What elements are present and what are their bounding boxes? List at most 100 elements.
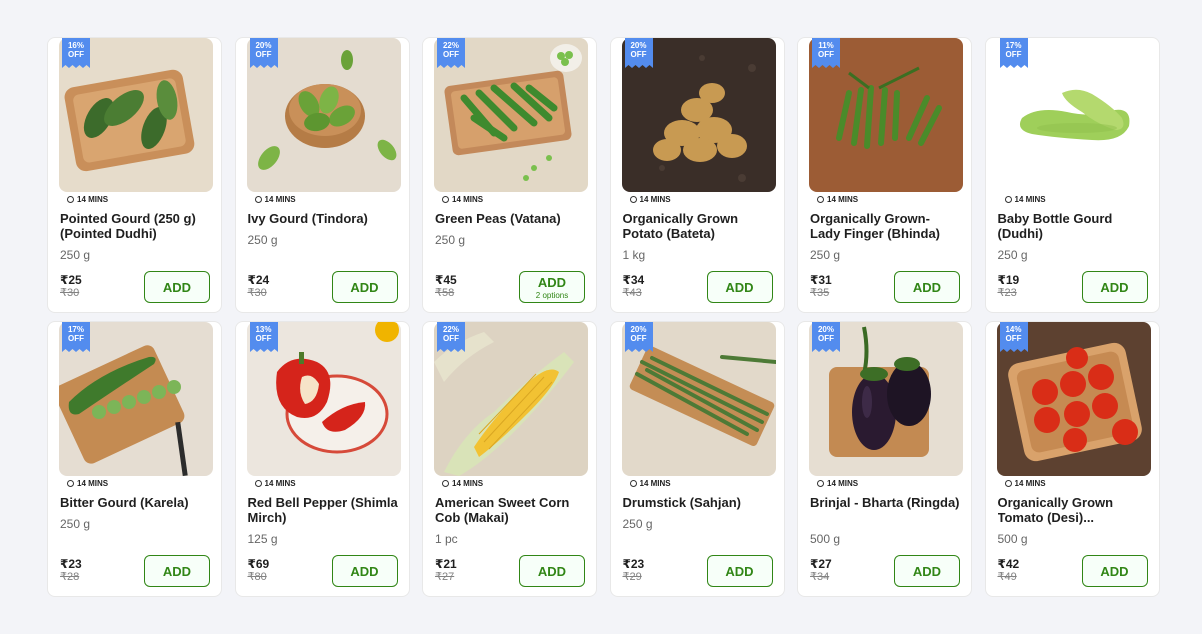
product-card[interactable]: 22% OFF 14 MINS Green Peas (Vatana) 250 g… <box>422 37 597 313</box>
delivery-time: 14 MINS <box>67 479 108 488</box>
add-button[interactable]: ADD <box>144 271 210 303</box>
discount-badge: 20% OFF <box>624 322 653 352</box>
product-mrp: ₹29 <box>622 571 642 583</box>
price-block: ₹69 ₹80 <box>248 557 270 584</box>
product-name[interactable]: Drumstick (Sahjan) <box>623 495 775 510</box>
add-button[interactable]: ADD <box>519 555 585 587</box>
discount-off: OFF <box>1005 334 1022 343</box>
price-block: ₹31 ₹35 <box>810 273 832 300</box>
product-name[interactable]: Pointed Gourd (250 g) (Pointed Dudhi) <box>60 211 212 241</box>
product-quantity: 125 g <box>247 532 278 546</box>
product-mrp: ₹23 <box>997 287 1017 299</box>
product-card[interactable]: 16% OFF 14 MINS Pointed Gourd (250 g) (Po… <box>47 37 222 313</box>
product-price: ₹21 <box>435 557 457 571</box>
delivery-time: 14 MINS <box>629 195 671 204</box>
product-name[interactable]: Ivy Gourd (Tindora) <box>248 211 400 226</box>
product-card[interactable]: 22% OFF 14 MINS American Sweet Corn Cob (… <box>422 321 597 597</box>
clock-icon <box>254 196 262 203</box>
product-name[interactable]: American Sweet Corn Cob (Makai) <box>435 495 587 525</box>
add-button-options: 2 options <box>535 290 569 300</box>
delivery-time: 14 MINS <box>817 479 858 488</box>
product-name[interactable]: Organically Grown Potato (Bateta) <box>623 211 775 241</box>
discount-off: OFF <box>630 334 647 343</box>
add-button-label: ADD <box>162 279 192 295</box>
discount-off: OFF <box>255 50 272 59</box>
delivery-time-label: 14 MINS <box>1014 479 1046 488</box>
product-quantity: 1 pc <box>435 532 458 546</box>
discount-badge: 20% OFF <box>812 322 840 352</box>
add-button[interactable]: ADD <box>706 555 773 587</box>
product-card[interactable]: 20% OFF 14 MINS Drumstick (Sahjan) 250 g … <box>609 321 785 597</box>
product-card[interactable]: 17% OFF 14 MINS Bitter Gourd (Karela) 250… <box>47 321 222 597</box>
product-mrp: ₹34 <box>810 571 830 583</box>
discount-off: OFF <box>255 334 272 343</box>
discount-value: 16% <box>67 41 84 50</box>
clock-icon <box>442 196 449 203</box>
clock-icon <box>629 196 637 203</box>
add-button[interactable]: ADD <box>706 271 773 303</box>
price-block: ₹25 ₹30 <box>60 273 82 300</box>
product-price: ₹19 <box>997 273 1020 287</box>
product-quantity: 250 g <box>622 517 653 531</box>
add-button[interactable]: ADD <box>1081 271 1148 303</box>
add-button-label: ADD <box>537 274 567 290</box>
product-name[interactable]: Organically Grown Tomato (Desi)... <box>998 495 1150 525</box>
discount-value: 22% <box>442 41 459 50</box>
discount-value: 20% <box>630 325 647 334</box>
product-card[interactable]: 20% OFF 14 MINS Organically Grown Potato … <box>609 37 785 313</box>
product-mrp: ₹80 <box>247 571 267 583</box>
product-mrp: ₹30 <box>247 287 267 299</box>
add-button[interactable]: ADD <box>1081 555 1148 587</box>
discount-value: 14% <box>1005 325 1022 334</box>
product-card[interactable]: 13% OFF 14 MINS Red Bell Pepper (Shimla M… <box>234 321 410 597</box>
product-grid: 16% OFF 14 MINS Pointed Gourd (250 g) (Po… <box>47 37 1160 597</box>
product-quantity: 250 g <box>60 517 91 531</box>
delivery-time: 14 MINS <box>1004 479 1046 488</box>
delivery-time-label: 14 MINS <box>77 479 109 488</box>
product-quantity: 500 g <box>997 532 1028 546</box>
price-block: ₹45 ₹58 <box>435 273 457 300</box>
product-mrp: ₹49 <box>997 571 1017 583</box>
product-name[interactable]: Brinjal - Bharta (Ringda) <box>810 495 962 510</box>
product-mrp: ₹27 <box>435 571 455 583</box>
product-mrp: ₹43 <box>622 287 642 299</box>
product-card[interactable]: 20% OFF 14 MINS Brinjal - Bharta (Ringda)… <box>797 321 972 597</box>
add-button[interactable]: ADD <box>144 555 210 587</box>
product-card[interactable]: 20% OFF 14 MINS Ivy Gourd (Tindora) 250 g… <box>234 37 410 313</box>
product-name[interactable]: Green Peas (Vatana) <box>435 211 587 226</box>
add-button[interactable]: ADD <box>331 271 398 303</box>
product-card[interactable]: 17% OFF 14 MINS Baby Bottle Gourd (Dudhi)… <box>984 37 1160 313</box>
add-button-label: ADD <box>725 563 754 579</box>
delivery-time-label: 14 MINS <box>264 479 296 488</box>
add-button-label: ADD <box>350 563 379 579</box>
add-button[interactable]: ADD <box>894 555 960 587</box>
product-card[interactable]: 14% OFF 14 MINS Organically Grown Tomato … <box>984 321 1160 597</box>
product-quantity: 250 g <box>997 248 1028 262</box>
price-block: ₹24 ₹30 <box>248 273 270 300</box>
product-mrp: ₹58 <box>435 287 455 299</box>
delivery-time-label: 14 MINS <box>264 195 296 204</box>
clock-icon <box>817 480 824 487</box>
clock-icon <box>1004 480 1012 487</box>
product-price: ₹23 <box>622 557 645 571</box>
discount-value: 20% <box>817 325 834 334</box>
discount-off: OFF <box>630 50 647 59</box>
product-name[interactable]: Organically Grown- Lady Finger (Bhinda) <box>810 211 962 241</box>
add-button[interactable]: ADD <box>331 555 398 587</box>
product-name[interactable]: Baby Bottle Gourd (Dudhi) <box>998 211 1150 241</box>
clock-icon <box>67 196 74 203</box>
product-name[interactable]: Bitter Gourd (Karela) <box>60 495 212 510</box>
delivery-time-label: 14 MINS <box>452 195 484 204</box>
discount-badge: 11% OFF <box>812 38 840 68</box>
delivery-time: 14 MINS <box>442 195 483 204</box>
add-button[interactable]: ADD 2 options <box>519 271 585 303</box>
product-price: ₹69 <box>247 557 270 571</box>
discount-badge: 22% OFF <box>437 322 465 352</box>
product-card[interactable]: 11% OFF 14 MINS Organically Grown- Lady F… <box>797 37 972 313</box>
product-mrp: ₹35 <box>810 287 830 299</box>
product-name[interactable]: Red Bell Pepper (Shimla Mirch) <box>248 495 400 525</box>
discount-badge: 16% OFF <box>62 38 90 68</box>
add-button-label: ADD <box>162 563 192 579</box>
add-button[interactable]: ADD <box>894 271 960 303</box>
discount-badge: 14% OFF <box>999 322 1028 352</box>
